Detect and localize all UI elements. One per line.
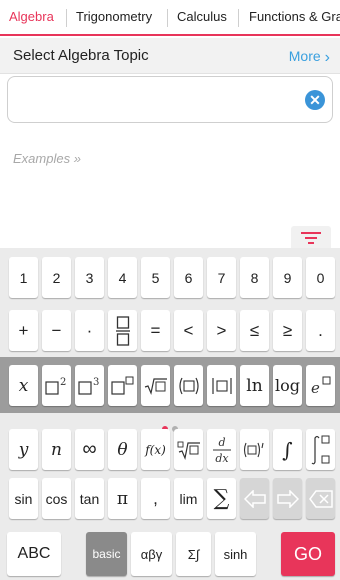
key-theta[interactable]: θ <box>108 429 137 470</box>
key-n[interactable]: n <box>42 429 71 470</box>
tab-calculus[interactable]: Calculus <box>177 0 227 34</box>
more-label: More <box>288 48 321 64</box>
key-infinity[interactable]: ∞ <box>75 429 104 470</box>
key-7[interactable]: 7 <box>207 257 236 298</box>
key-square[interactable]: 2 <box>42 365 71 406</box>
key-4[interactable]: 4 <box>108 257 137 298</box>
key-minus[interactable]: − <box>42 310 71 351</box>
key-prime-derivative[interactable] <box>240 429 269 470</box>
abc-keyboard-button[interactable]: ABC <box>7 532 61 576</box>
key-nth-root[interactable] <box>174 429 203 470</box>
tab-divider <box>238 9 239 27</box>
key-greater-equal[interactable]: ≥ <box>273 310 302 351</box>
svg-text:dx: dx <box>215 452 229 465</box>
key-limit[interactable]: lim <box>174 478 203 519</box>
topic-header: Select Algebra Topic More › <box>0 38 340 74</box>
key-definite-integral[interactable] <box>306 429 335 470</box>
key-parentheses[interactable] <box>174 365 203 406</box>
derivative-icon: d dx <box>212 436 231 465</box>
clear-icon[interactable]: ✕ <box>305 90 325 110</box>
key-cursor-left[interactable] <box>240 478 269 519</box>
key-multiply-dot[interactable]: · <box>75 310 104 351</box>
key-3[interactable]: 3 <box>75 257 104 298</box>
key-cursor-right[interactable] <box>273 478 302 519</box>
hyperbolic-keyboard-button[interactable]: sinh <box>215 532 256 576</box>
absolute-value-icon <box>211 377 232 394</box>
key-less-than[interactable]: < <box>174 310 203 351</box>
definite-integral-icon <box>311 435 329 464</box>
square-root-icon <box>144 377 167 395</box>
key-y[interactable]: y <box>9 429 38 470</box>
key-sin[interactable]: sin <box>9 478 38 519</box>
arrow-right-icon <box>276 489 299 508</box>
key-1[interactable]: 1 <box>9 257 38 298</box>
key-equals[interactable]: = <box>141 310 170 351</box>
tab-divider <box>167 9 168 27</box>
tab-trigonometry[interactable]: Trigonometry <box>76 0 152 34</box>
key-cube[interactable]: 3 <box>75 365 104 406</box>
go-button[interactable]: GO <box>281 532 335 576</box>
key-ln[interactable]: ln <box>240 365 269 406</box>
square-power-icon: 2 <box>44 377 66 395</box>
cube-power-icon: 3 <box>77 377 99 395</box>
key-less-equal[interactable]: ≤ <box>240 310 269 351</box>
fraction-icon <box>115 315 130 346</box>
key-x[interactable]: x <box>9 365 38 406</box>
backspace-icon <box>308 489 333 508</box>
key-9[interactable]: 9 <box>273 257 302 298</box>
prime-derivative-icon <box>243 442 264 457</box>
key-log[interactable]: log <box>273 365 302 406</box>
topic-title: Select Algebra Topic <box>13 47 149 64</box>
parentheses-icon <box>178 377 199 394</box>
calculus-keyboard-button[interactable]: Σ∫ <box>176 532 211 576</box>
key-absolute-value[interactable] <box>207 365 236 406</box>
key-function[interactable]: f(x) <box>141 429 170 470</box>
key-decimal-point[interactable]: . <box>306 310 335 351</box>
key-power[interactable] <box>108 365 137 406</box>
svg-text:3: 3 <box>93 377 99 388</box>
key-2[interactable]: 2 <box>42 257 71 298</box>
key-greater-than[interactable]: > <box>207 310 236 351</box>
math-input[interactable]: ✕ <box>7 76 333 123</box>
key-square-root[interactable] <box>141 365 170 406</box>
key-5[interactable]: 5 <box>141 257 170 298</box>
arrow-left-icon <box>243 489 266 508</box>
tab-functions-graphing[interactable]: Functions & Gra <box>249 0 340 34</box>
exponential-icon: e <box>311 376 330 396</box>
key-exponential[interactable]: e <box>306 365 335 406</box>
tab-algebra[interactable]: Algebra <box>9 0 54 34</box>
svg-text:e: e <box>311 379 320 396</box>
more-link[interactable]: More › <box>289 38 330 76</box>
key-6[interactable]: 6 <box>174 257 203 298</box>
nth-root-icon <box>177 441 200 460</box>
key-pi[interactable]: π <box>108 478 137 519</box>
key-8[interactable]: 8 <box>240 257 269 298</box>
examples-link[interactable]: Examples » <box>13 151 81 166</box>
key-integral[interactable]: ∫ <box>273 429 302 470</box>
basic-keyboard-button[interactable]: basic <box>86 532 127 576</box>
chevron-right-icon: › <box>324 49 330 66</box>
key-backspace[interactable] <box>306 478 335 519</box>
key-cos[interactable]: cos <box>42 478 71 519</box>
keyboard-toggle-button[interactable] <box>291 226 331 250</box>
key-fraction[interactable] <box>108 310 137 351</box>
greek-keyboard-button[interactable]: αβγ <box>131 532 172 576</box>
power-icon <box>110 376 133 395</box>
key-summation[interactable]: ∑ <box>207 478 236 519</box>
key-derivative[interactable]: d dx <box>207 429 236 470</box>
key-comma[interactable]: , <box>141 478 170 519</box>
svg-text:2: 2 <box>60 377 66 388</box>
topic-tabs: Algebra Trigonometry Calculus Functions … <box>0 0 340 36</box>
key-plus[interactable]: + <box>9 310 38 351</box>
key-0[interactable]: 0 <box>306 257 335 298</box>
filter-lines-icon <box>301 232 321 244</box>
svg-text:d: d <box>218 436 225 449</box>
tab-divider <box>66 9 67 27</box>
key-tan[interactable]: tan <box>75 478 104 519</box>
